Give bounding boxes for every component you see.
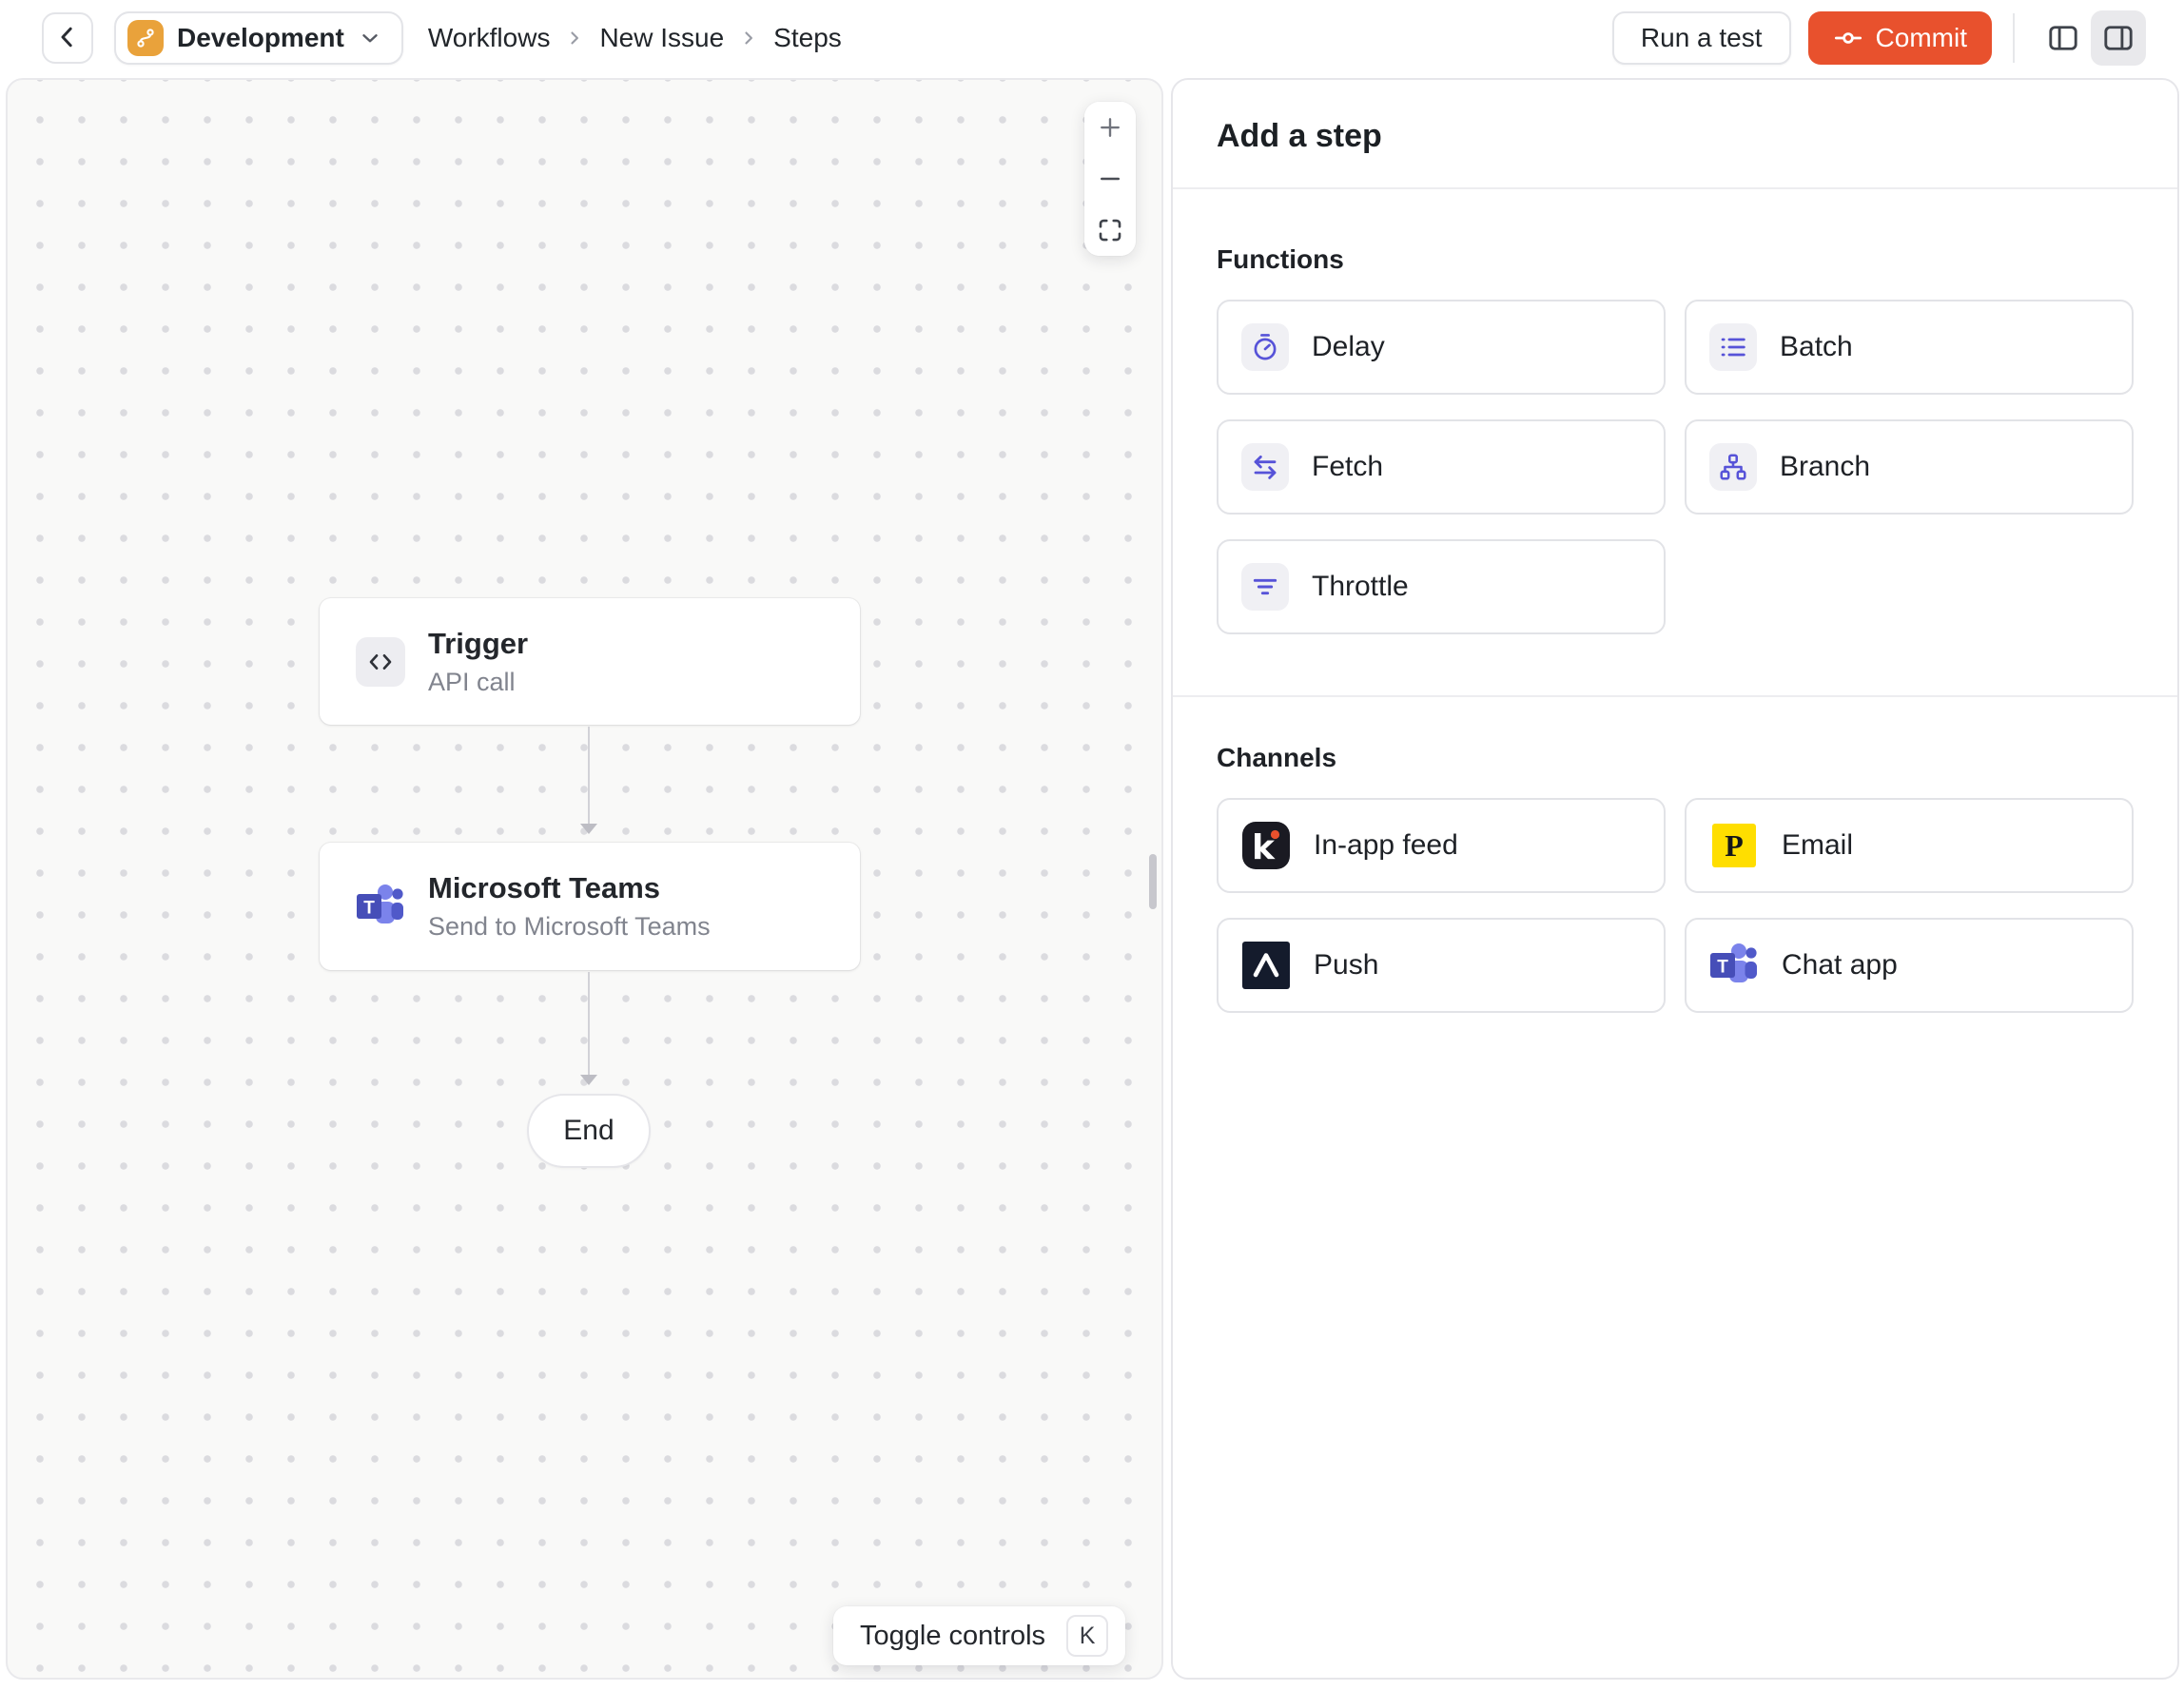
expo-logo	[1241, 941, 1291, 990]
microsoft-teams-logo: T	[1709, 941, 1759, 990]
in-app-feed-card-label: In-app feed	[1314, 829, 1458, 861]
git-branch-icon	[127, 20, 164, 56]
trigger-node-subtitle: API call	[428, 667, 516, 696]
commit-button[interactable]: Commit	[1807, 11, 1992, 65]
panel-body: Functions Delay Batch Fetch Branch Throt…	[1173, 244, 2177, 1013]
panel-resize-handle[interactable]	[1149, 854, 1157, 909]
list-icon	[1709, 323, 1757, 371]
toggle-controls-label: Toggle controls	[860, 1620, 1046, 1651]
teams-node-subtitle: Send to Microsoft Teams	[428, 912, 711, 942]
breadcrumb-steps: Steps	[773, 23, 842, 52]
zoom-in-button[interactable]	[1084, 102, 1136, 153]
toggle-right-panel-button[interactable]	[2091, 10, 2146, 66]
trigger-node-title: Trigger	[428, 626, 529, 660]
minus-icon	[1096, 165, 1124, 193]
arrowhead	[580, 1075, 597, 1085]
toggle-left-panel-button[interactable]	[2036, 10, 2091, 66]
throttle-card-label: Throttle	[1312, 571, 1409, 602]
add-fetch-step-card[interactable]: Fetch	[1217, 419, 1666, 515]
connector-trigger-to-teams	[580, 727, 597, 834]
functions-grid: Delay Batch Fetch Branch Throttle	[1217, 300, 2134, 634]
end-node[interactable]: End	[527, 1094, 651, 1168]
add-delay-step-card[interactable]: Delay	[1217, 300, 1666, 395]
plus-icon	[1096, 113, 1124, 142]
zoom-out-button[interactable]	[1084, 153, 1136, 204]
run-a-test-button[interactable]: Run a test	[1611, 11, 1791, 65]
environment-label: Development	[177, 23, 344, 52]
chevron-left-icon	[53, 23, 82, 54]
back-button[interactable]	[42, 12, 93, 64]
arrowhead	[580, 824, 597, 834]
channels-grid: k In-app feed P Email Push T Chat app	[1217, 798, 2134, 1013]
add-batch-step-card[interactable]: Batch	[1685, 300, 2134, 395]
add-email-step-card[interactable]: P Email	[1685, 798, 2134, 893]
fit-view-button[interactable]	[1084, 204, 1136, 256]
hierarchy-icon	[1709, 443, 1757, 491]
top-bar: Development Workflows New Issue Steps Ru…	[0, 0, 2184, 76]
breadcrumb-workflows[interactable]: Workflows	[428, 23, 551, 53]
svg-text:T: T	[363, 899, 375, 919]
panel-section-divider	[1173, 695, 2177, 697]
connector-teams-to-end	[580, 972, 597, 1085]
commit-button-label: Commit	[1875, 23, 1967, 52]
push-card-label: Push	[1314, 949, 1379, 981]
panel-left-icon	[2046, 21, 2080, 55]
stopwatch-icon	[1241, 323, 1289, 371]
chevron-down-icon	[358, 26, 382, 50]
add-in-app-feed-step-card[interactable]: k In-app feed	[1217, 798, 1666, 893]
batch-card-label: Batch	[1780, 331, 1853, 362]
add-chat-app-step-card[interactable]: T Chat app	[1685, 918, 2134, 1013]
swap-arrows-icon	[1241, 443, 1289, 491]
breadcrumb-new-issue[interactable]: New Issue	[599, 23, 724, 53]
chevron-right-icon	[565, 29, 584, 48]
functions-section: Functions Delay Batch Fetch Branch Throt…	[1217, 244, 2134, 634]
fit-view-icon	[1096, 216, 1124, 244]
git-commit-icon	[1833, 23, 1863, 53]
svg-text:T: T	[1717, 958, 1728, 978]
email-card-label: Email	[1782, 829, 1854, 861]
add-push-step-card[interactable]: Push	[1217, 918, 1666, 1013]
environment-selector[interactable]: Development	[114, 11, 403, 65]
panel-title: Add a step	[1217, 118, 1382, 154]
panel-right-icon	[2101, 21, 2135, 55]
microsoft-teams-step-node[interactable]: T Microsoft Teams Send to Microsoft Team…	[320, 843, 860, 970]
workflow-editor: Development Workflows New Issue Steps Ru…	[0, 0, 2184, 1691]
branch-card-label: Branch	[1780, 451, 1871, 482]
code-icon	[356, 636, 405, 687]
workflow-canvas[interactable]: Trigger API call T Microsoft Teams Send …	[6, 78, 1163, 1680]
microsoft-teams-logo: T	[356, 882, 405, 931]
breadcrumb: Workflows New Issue Steps	[428, 23, 842, 53]
svg-text:P: P	[1725, 828, 1744, 863]
filter-icon	[1241, 563, 1289, 611]
trigger-step-node[interactable]: Trigger API call	[320, 598, 860, 725]
add-step-panel: Add a step Functions Delay Batch Fetch B…	[1171, 78, 2179, 1680]
teams-node-title: Microsoft Teams	[428, 871, 661, 905]
channels-section-label: Channels	[1217, 743, 1337, 772]
add-throttle-step-card[interactable]: Throttle	[1217, 539, 1666, 634]
channels-section: Channels k In-app feed P Email Push T Ch…	[1217, 743, 2134, 1013]
topbar-divider	[2013, 13, 2015, 63]
panel-header: Add a step	[1173, 80, 2177, 189]
delay-card-label: Delay	[1312, 331, 1385, 362]
toggle-controls-button[interactable]: Toggle controls K	[833, 1606, 1126, 1665]
chevron-right-icon	[739, 29, 758, 48]
chat-app-card-label: Chat app	[1782, 949, 1898, 981]
postmark-logo: P	[1709, 821, 1759, 870]
functions-section-label: Functions	[1217, 244, 1344, 274]
add-branch-step-card[interactable]: Branch	[1685, 419, 2134, 515]
knock-logo: k	[1241, 821, 1291, 870]
zoom-controls	[1084, 102, 1136, 256]
fetch-card-label: Fetch	[1312, 451, 1384, 482]
keyboard-shortcut-badge: K	[1066, 1615, 1109, 1657]
